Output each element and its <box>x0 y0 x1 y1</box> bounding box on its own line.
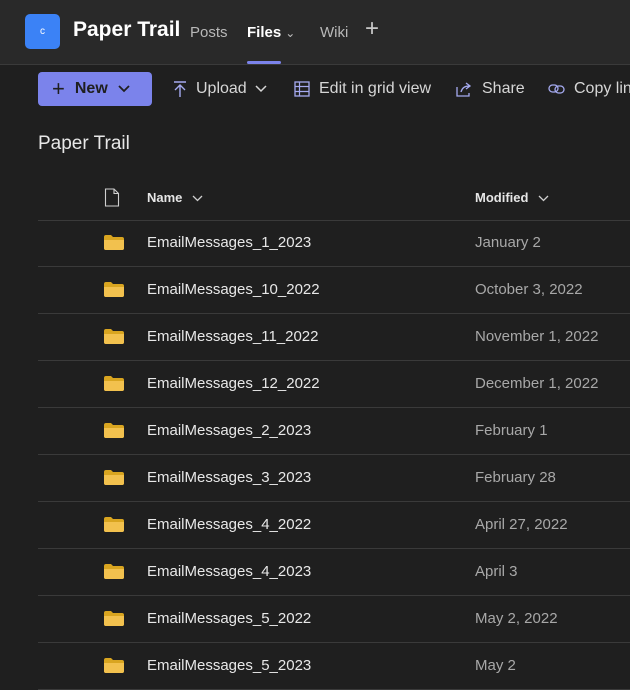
upload-label: Upload <box>196 80 247 97</box>
grid-icon <box>294 81 310 97</box>
table-row[interactable]: EmailMessages_11_2022 November 1, 2022 <box>38 314 630 361</box>
share-button[interactable]: Share <box>456 80 525 98</box>
column-modified-label: Modified <box>475 190 529 205</box>
folder-icon <box>104 611 124 631</box>
share-icon <box>456 81 473 97</box>
table-row[interactable]: EmailMessages_4_2023 April 3 <box>38 549 630 596</box>
folder-icon <box>104 376 124 396</box>
chevron-down-icon <box>255 80 267 98</box>
folder-icon <box>104 423 124 443</box>
share-label: Share <box>482 80 525 97</box>
chevron-down-icon: ⌄ <box>285 26 296 40</box>
file-name[interactable]: EmailMessages_10_2022 <box>147 281 320 298</box>
modified-date: May 2, 2022 <box>475 610 558 627</box>
add-tab-button[interactable]: + <box>365 17 379 41</box>
edit-grid-view-label: Edit in grid view <box>319 80 432 97</box>
file-name[interactable]: EmailMessages_4_2023 <box>147 563 311 580</box>
table-row[interactable]: EmailMessages_2_2023 February 1 <box>38 408 630 455</box>
file-name[interactable]: EmailMessages_11_2022 <box>147 328 319 345</box>
folder-icon <box>104 282 124 302</box>
modified-date: February 1 <box>475 422 548 439</box>
chevron-down-icon <box>534 190 549 205</box>
file-list: EmailMessages_1_2023 January 2 EmailMess… <box>38 220 630 690</box>
table-row[interactable]: EmailMessages_10_2022 October 3, 2022 <box>38 267 630 314</box>
modified-date: December 1, 2022 <box>475 375 599 392</box>
upload-icon <box>173 80 187 98</box>
column-header-name[interactable]: Name <box>147 190 203 205</box>
table-row[interactable]: EmailMessages_5_2022 May 2, 2022 <box>38 596 630 643</box>
upload-button[interactable]: Upload <box>173 80 267 98</box>
table-row[interactable]: EmailMessages_12_2022 December 1, 2022 <box>38 361 630 408</box>
command-bar: + New Upload Edit in grid view Share Cop… <box>0 64 630 116</box>
modified-date: April 3 <box>475 563 518 580</box>
top-bar: c Paper Trail Posts Files ⌄ Wiki + <box>0 0 630 65</box>
plus-icon: + <box>52 76 65 101</box>
tab-files-label: Files <box>247 24 282 41</box>
column-name-label: Name <box>147 190 183 205</box>
modified-date: October 3, 2022 <box>475 281 583 298</box>
folder-icon <box>104 470 124 490</box>
folder-icon <box>104 517 124 537</box>
list-header: Name Modified <box>38 178 630 221</box>
table-row[interactable]: EmailMessages_1_2023 January 2 <box>38 220 630 267</box>
folder-icon <box>104 235 124 255</box>
modified-date: February 28 <box>475 469 556 486</box>
tab-files[interactable]: Files ⌄ <box>247 24 295 41</box>
edit-grid-view-button[interactable]: Edit in grid view <box>294 80 431 98</box>
column-header-modified[interactable]: Modified <box>475 190 549 205</box>
table-row[interactable]: EmailMessages_4_2022 April 27, 2022 <box>38 502 630 549</box>
file-name[interactable]: EmailMessages_1_2023 <box>147 234 311 251</box>
table-row[interactable]: EmailMessages_5_2023 May 2 <box>38 643 630 690</box>
chevron-down-icon <box>188 190 203 205</box>
tab-posts[interactable]: Posts <box>190 24 228 41</box>
chevron-down-icon <box>118 80 130 98</box>
modified-date: January 2 <box>475 234 541 251</box>
file-name[interactable]: EmailMessages_5_2023 <box>147 657 311 674</box>
folder-icon <box>104 564 124 584</box>
table-row[interactable]: EmailMessages_3_2023 February 28 <box>38 455 630 502</box>
file-name[interactable]: EmailMessages_4_2022 <box>147 516 311 533</box>
new-button-label: New <box>74 80 108 97</box>
file-name[interactable]: EmailMessages_5_2022 <box>147 610 311 627</box>
modified-date: May 2 <box>475 657 516 674</box>
team-name: Paper Trail <box>73 18 181 41</box>
copy-link-label: Copy lin <box>574 80 630 97</box>
tab-wiki[interactable]: Wiki <box>320 24 348 41</box>
folder-icon <box>104 658 124 678</box>
file-name[interactable]: EmailMessages_2_2023 <box>147 422 311 439</box>
plus-icon: + <box>365 15 380 42</box>
modified-date: November 1, 2022 <box>475 328 599 345</box>
new-button[interactable]: + New <box>38 72 152 106</box>
link-icon <box>548 83 565 95</box>
folder-icon <box>104 329 124 349</box>
modified-date: April 27, 2022 <box>475 516 568 533</box>
team-avatar[interactable]: c <box>25 14 60 49</box>
file-name[interactable]: EmailMessages_3_2023 <box>147 469 311 486</box>
page-title: Paper Trail <box>38 133 130 154</box>
file-type-icon[interactable] <box>104 188 120 212</box>
copy-link-button[interactable]: Copy lin <box>548 80 630 98</box>
file-name[interactable]: EmailMessages_12_2022 <box>147 375 320 392</box>
